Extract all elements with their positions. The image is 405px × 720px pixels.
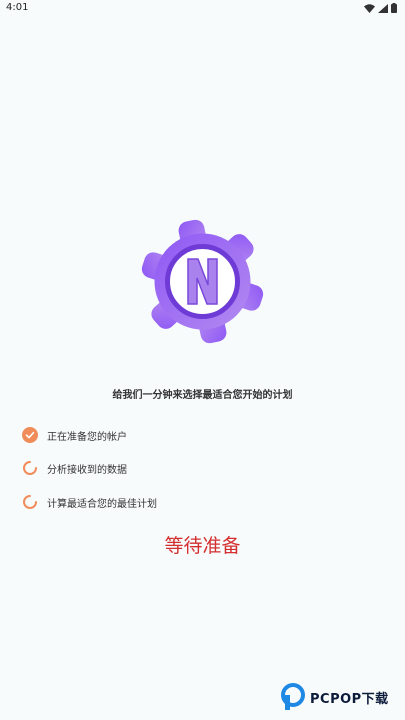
loading-subtitle: 给我们一分钟来选择最适合您开始的计划 (112, 390, 293, 401)
pcpop-logo-icon (281, 683, 305, 710)
status-time: 4:01 (6, 2, 29, 13)
spinner-icon (23, 461, 37, 475)
task-label: 计算最适合您的最佳计划 (47, 498, 157, 510)
wifi-icon (364, 3, 375, 13)
watermark: PCPOP下载 (280, 683, 389, 711)
spinner-icon (23, 495, 37, 509)
battery-icon (391, 3, 397, 13)
app-logo (141, 219, 264, 344)
task-item-calculate-plan: 计算最适合您的最佳计划 (22, 493, 157, 511)
wait-button[interactable]: 等待准备 (0, 531, 405, 558)
signal-icon (378, 3, 388, 13)
task-label: 正在准备您的帐户 (47, 431, 127, 443)
status-bar: 4:01 (0, 0, 405, 18)
task-item-analyze-data: 分析接收到的数据 (22, 459, 127, 477)
task-label: 分析接收到的数据 (47, 464, 127, 476)
task-item-prepare-account: 正在准备您的帐户 (22, 426, 127, 444)
check-icon (22, 427, 38, 443)
watermark-text: PCPOP下载 (310, 691, 389, 707)
status-icons (364, 3, 397, 13)
